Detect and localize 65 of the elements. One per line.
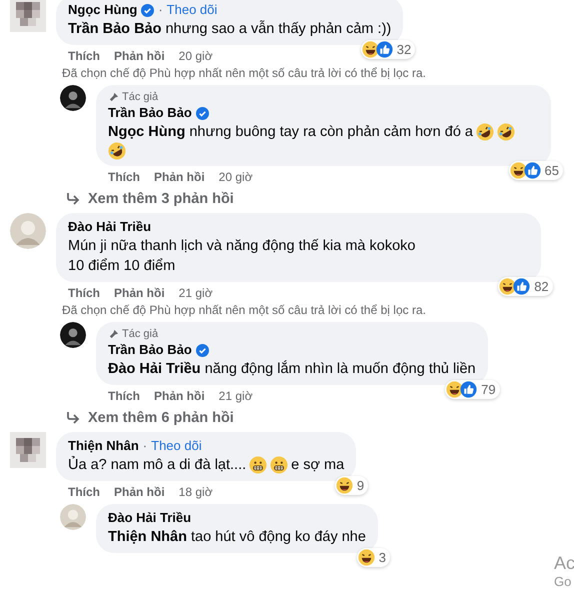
- comment-action[interactable]: Phản hồi: [114, 285, 165, 301]
- comment-text: Thiện Nhân tao hút vô động ko đáy nhe: [108, 528, 366, 547]
- comment-text: Trần Bảo Bảo nhưng sao a vẫn thấy phản cảm :)): [68, 19, 392, 39]
- comment-action[interactable]: Phản hồi: [114, 48, 165, 64]
- commenter-name[interactable]: Trần Bảo Bảo: [108, 341, 192, 359]
- avatar[interactable]: [60, 322, 86, 348]
- thumbs-up-icon: [460, 381, 478, 398]
- reaction-summary[interactable]: 3: [356, 548, 390, 567]
- author-label: Tác giả: [122, 90, 158, 104]
- commenter-name[interactable]: Đào Hải Triều: [68, 218, 152, 236]
- comment-text: Mún ji nữa thanh lịch và năng động thế kia mà kokoko: [68, 237, 416, 256]
- thumbs-up-icon: [524, 162, 541, 179]
- thumbs-up-icon: [513, 278, 530, 295]
- filter-notice: Đã chọn chế độ Phù hợp nhất nên một số câu trả lời có thể bị lọc ra.: [62, 66, 427, 81]
- comment-time[interactable]: 21 giờ: [178, 285, 213, 301]
- commenter-name[interactable]: Thiện Nhân: [68, 437, 139, 455]
- comment-time[interactable]: 20 giờ: [178, 48, 213, 64]
- laughing-face-icon: [510, 162, 527, 179]
- comment-action[interactable]: Thích: [68, 48, 100, 64]
- comment-time[interactable]: 20 giờ: [218, 169, 253, 185]
- follow-link[interactable]: Theo dõi: [166, 1, 218, 19]
- avatar[interactable]: [60, 85, 86, 111]
- comment-text: Đào Hải Triều năng động lắm nhìn là muốn động thủ liền: [108, 359, 476, 379]
- rolling-laughing-face-icon: [497, 123, 515, 141]
- comment-text: e sợ ma: [291, 456, 344, 475]
- laughing-face-icon: [336, 477, 353, 494]
- grimacing-face-icon: [270, 456, 288, 474]
- commenter-name[interactable]: Trần Bảo Bảo: [108, 104, 192, 122]
- see-more-replies-link[interactable]: Xem thêm 3 phản hồi: [88, 189, 234, 209]
- comment-action[interactable]: Thích: [68, 285, 100, 301]
- reaction-summary[interactable]: 9: [334, 476, 368, 495]
- comment-action[interactable]: Phản hồi: [154, 169, 205, 185]
- follow-link[interactable]: Theo dõi: [151, 437, 202, 455]
- reaction-summary[interactable]: 65: [508, 161, 563, 180]
- comment-action[interactable]: Phản hồi: [154, 388, 205, 404]
- comment-text: Ủa a? nam mô a di đà lạt....: [68, 455, 246, 475]
- comment-action[interactable]: Thích: [108, 169, 140, 185]
- reaction-summary[interactable]: 79: [445, 380, 500, 399]
- grimacing-face-icon: [249, 456, 268, 474]
- reply-arrow-icon: [66, 412, 80, 424]
- thumbs-up-icon: [376, 41, 393, 58]
- see-more-replies-link[interactable]: Xem thêm 6 phản hồi: [88, 408, 234, 428]
- comment-action[interactable]: Thích: [68, 484, 100, 500]
- comment-text: Ngọc Hùng nhưng buông tay ra còn phản cảm hơn đó a: [108, 123, 473, 142]
- comment-time[interactable]: 21 giờ: [218, 388, 253, 404]
- reaction-summary[interactable]: 82: [498, 277, 553, 296]
- rolling-laughing-face-icon: [108, 142, 126, 160]
- laughing-face-icon: [362, 41, 379, 58]
- author-label: Tác giả: [122, 327, 158, 341]
- filter-notice: Đã chọn chế độ Phù hợp nhất nên một số câu trả lời có thể bị lọc ra.: [62, 303, 427, 318]
- separator-dot: ·: [158, 1, 163, 19]
- commenter-name[interactable]: Đào Hải Triều: [108, 509, 192, 527]
- laughing-face-icon: [358, 549, 375, 566]
- separator-dot: ·: [142, 437, 148, 455]
- comment-action[interactable]: Phản hồi: [114, 484, 165, 500]
- reply-arrow-icon: [66, 193, 80, 205]
- activation-notice: Go: [554, 574, 572, 590]
- reaction-summary[interactable]: 32: [360, 40, 416, 59]
- comment-time[interactable]: 18 giờ: [178, 484, 213, 500]
- comment-action[interactable]: Thích: [108, 388, 140, 404]
- commenter-name[interactable]: Ngọc Hùng: [68, 1, 138, 19]
- laughing-face-icon: [499, 278, 516, 295]
- laughing-face-icon: [446, 381, 464, 398]
- comment-text: 10 điểm 10 điểm: [68, 257, 176, 276]
- rolling-laughing-face-icon: [476, 123, 494, 141]
